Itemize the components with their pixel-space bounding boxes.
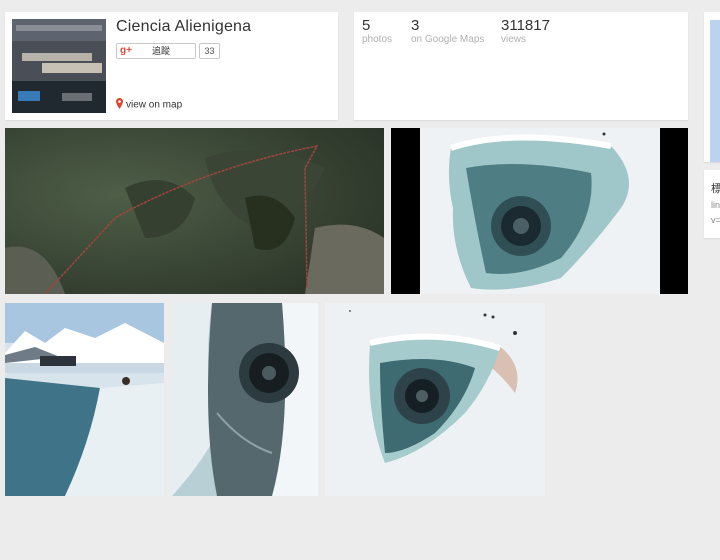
photo-satellite[interactable] [5, 128, 384, 294]
stat-views-label: views [501, 34, 527, 45]
view-on-map-label: view on map [126, 99, 183, 111]
follow-label: 追蹤 [152, 46, 171, 56]
photo-glacier-crevasse[interactable] [5, 303, 164, 496]
info-line2: v= [711, 215, 720, 225]
stat-photos: 5 photos [362, 18, 392, 46]
google-plus-icon: g+ [120, 45, 132, 56]
follow-button[interactable]: g+ 追蹤 [116, 43, 196, 59]
view-on-map-link[interactable]: view on map [116, 98, 182, 112]
profile-card: Ciencia Alienigena g+ 追蹤 33 view on map [5, 12, 338, 120]
mini-map[interactable] [710, 20, 720, 162]
mini-map-card[interactable] [704, 12, 720, 162]
info-line1: lin [711, 200, 720, 210]
stat-photos-value: 5 [362, 17, 371, 34]
profile-name: Ciencia Alienigena [116, 18, 252, 35]
profile-thumbnail-image [12, 19, 106, 113]
map-pin-icon [116, 98, 123, 112]
stat-maps: 3 on Google Maps [411, 18, 484, 46]
info-card: 標 lin v= [704, 170, 720, 238]
photo-aerial-ice-cave[interactable] [325, 303, 545, 496]
stats-card: 5 photos 3 on Google Maps 311817 views [354, 12, 688, 120]
stat-maps-value: 3 [411, 17, 420, 34]
profile-thumbnail[interactable] [12, 19, 106, 113]
info-title: 標 [711, 183, 720, 195]
follower-count: 33 [199, 43, 220, 59]
stat-maps-label: on Google Maps [411, 34, 485, 45]
photo-disc-closeup[interactable] [172, 303, 318, 496]
stat-views-value: 311817 [501, 17, 550, 34]
photo-ice-disc[interactable] [391, 128, 688, 294]
stat-views: 311817 views [501, 18, 550, 46]
stat-photos-label: photos [362, 34, 393, 45]
